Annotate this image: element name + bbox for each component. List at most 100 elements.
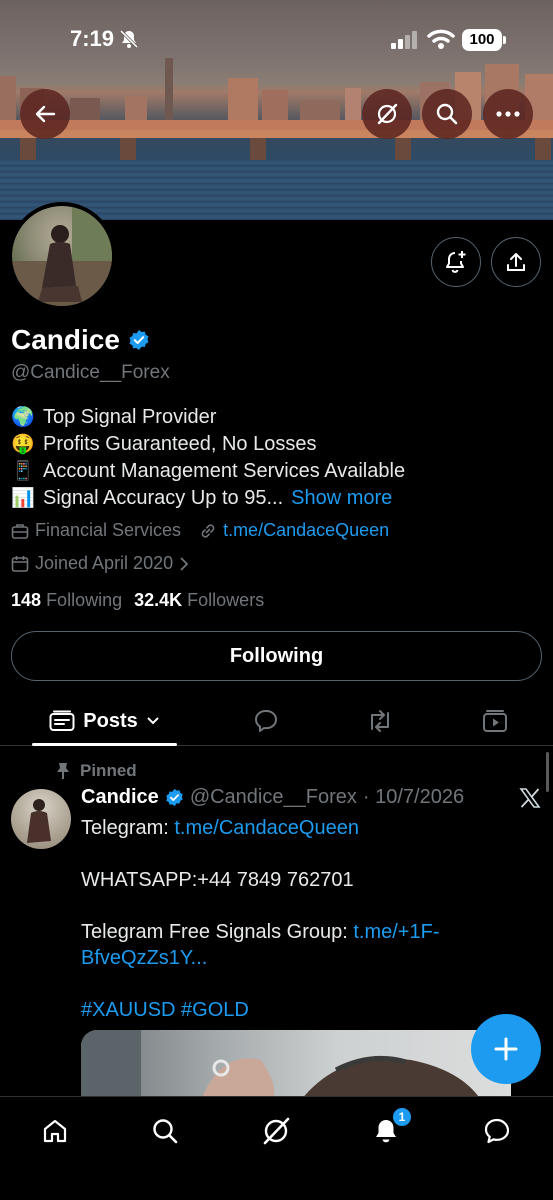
scrollbar[interactable] [546,752,549,792]
bio-line: 📱 Account Management Services Available [11,458,405,485]
grok-icon [377,103,398,125]
bar-chart-emoji: 📊 [11,488,35,509]
pinned-label: Pinned [80,761,137,780]
post-image-content [81,1030,481,1100]
following-button[interactable]: Following [11,631,542,681]
avatar-figure [12,206,112,306]
bio-text: Account Management Services Available [43,460,406,482]
post-avatar-figure [27,799,51,843]
post-line-whatsapp: WHATSAPP:+44 7849 762701 [81,869,354,891]
chevron-right-icon [180,556,189,571]
tab-replies[interactable] [244,696,288,746]
profile-category: Financial Services [35,520,182,540]
share-icon [507,253,525,271]
clock: 7:19 [70,26,115,51]
notification-badge: 1 [392,1107,412,1127]
follow-stats: 148 Following 32.4K Followers [11,590,264,611]
notifications-subscribe-button[interactable] [431,237,481,287]
post-telegram-link[interactable]: t.me/CandaceQueen [174,817,359,839]
post-body: Telegram: t.me/CandaceQueen WHATSAPP:+44… [81,815,521,1049]
followers-stat[interactable]: 32.4K Followers [134,590,264,611]
bottom-navigation: 1 [0,1096,553,1200]
back-button[interactable] [20,89,70,139]
home-icon [43,1119,67,1143]
plus-icon [494,1037,518,1061]
compose-post-button[interactable] [471,1014,541,1084]
chevron-down-icon [147,717,159,725]
messages-icon [484,1118,510,1144]
battery-indicator: 100 [462,29,502,51]
bell-plus-icon [446,251,466,273]
ellipsis-icon [496,111,520,117]
more-options-button[interactable] [483,89,533,139]
search-icon [436,103,458,125]
briefcase-icon [11,523,29,539]
tab-media[interactable] [473,696,517,746]
pinned-indicator: Pinned [56,761,137,781]
tab-posts[interactable]: Posts [32,696,177,746]
repost-icon [371,710,389,732]
reply-bubble-icon [255,710,277,732]
verified-badge-icon[interactable] [128,329,150,351]
followers-label: Followers [187,590,265,610]
bio-text: Top Signal Provider [43,406,217,428]
profile-name: Candice [11,324,120,355]
joined-row[interactable]: Joined April 2020 [11,553,189,574]
nav-grok[interactable] [256,1111,296,1151]
bio-line: 📊 Signal Accuracy Up to 95... Show more [11,485,405,512]
active-tab-indicator [32,743,177,746]
post-line-group: Telegram Free Signals Group: t.me/+1F-Bf… [81,919,521,971]
battery-tip [503,36,506,44]
nav-home[interactable] [35,1111,75,1151]
post-text: Telegram: [81,817,175,839]
post-author-name[interactable]: Candice [81,786,159,809]
profile-tabs: Posts [0,696,553,746]
arrow-left-icon [35,105,56,123]
avatar-photo [12,206,112,306]
joined-date: Joined April 2020 [35,553,174,573]
silent-mode-icon [119,29,139,49]
profile-website-link[interactable]: t.me/CandaceQueen [223,520,389,541]
post-image[interactable] [81,1030,511,1100]
link-icon [201,523,215,538]
nav-search[interactable] [145,1111,185,1151]
share-profile-button[interactable] [491,237,541,287]
pin-icon [57,763,69,779]
post-hashtags[interactable]: #XAUUSD #GOLD [81,997,521,1023]
post-line-telegram: Telegram: t.me/CandaceQueen [81,815,521,841]
search-icon [153,1119,178,1144]
nav-messages[interactable] [477,1111,517,1151]
tab-reposts[interactable] [358,696,402,746]
money-face-emoji: 🤑 [11,434,35,455]
post-author-avatar[interactable] [11,789,71,849]
profile-meta-row: Financial Services t.me/CandaceQueen [11,520,389,541]
posts-icon [49,710,75,731]
profile-bio: 🌍 Top Signal Provider 🤑 Profits Guarante… [11,404,405,512]
tab-posts-label: Posts [83,709,138,732]
bio-text: Signal Accuracy Up to 95... [43,487,284,509]
following-label: Following [46,590,123,610]
following-stat[interactable]: 148 Following [11,590,122,611]
bio-line: 🌍 Top Signal Provider [11,404,405,431]
post-header: Candice @Candice__Forex · 10/7/2026 [81,786,464,809]
profile-name-row: Candice [11,324,150,356]
search-profile-button[interactable] [422,89,472,139]
verified-badge-icon [166,788,183,807]
show-more-link[interactable]: Show more [291,485,392,512]
following-count: 148 [11,590,42,610]
cellular-signal-icon [391,31,417,49]
x-logo-icon[interactable] [519,787,541,809]
followers-count: 32.4K [134,590,183,610]
post-date: · 10/7/2026 [362,786,465,808]
globe-emoji: 🌍 [11,407,35,428]
wifi-icon [427,29,455,49]
post-author-handle[interactable]: @Candice__Forex [190,786,357,809]
grok-icon [263,1117,290,1145]
grok-button[interactable] [362,89,412,139]
post-text: Telegram Free Signals Group: [81,921,354,943]
profile-avatar[interactable] [8,202,116,310]
status-bar: 7:19 100 [0,0,553,80]
media-video-icon [483,710,507,732]
profile-handle: @Candice__Forex [11,362,170,383]
phone-emoji: 📱 [11,461,35,482]
